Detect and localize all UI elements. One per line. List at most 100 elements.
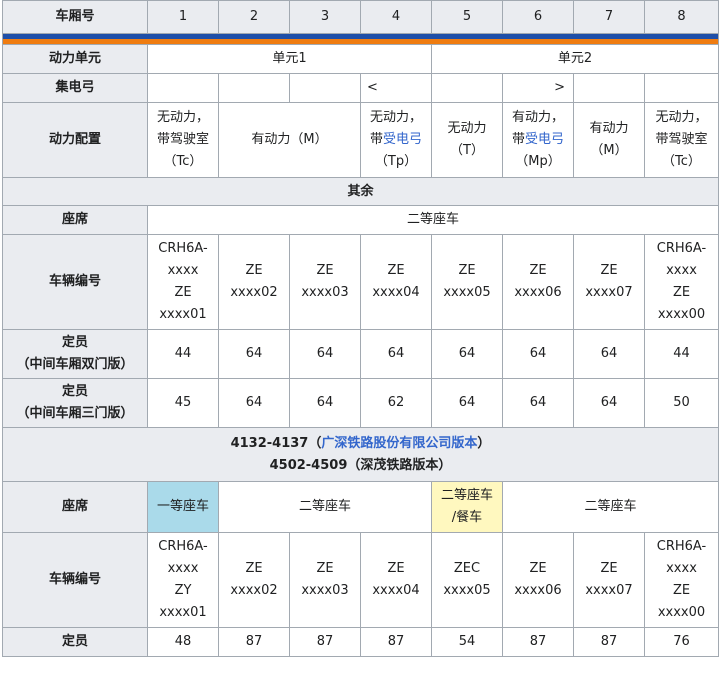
power-config-car-6: 有动力， 带受电弓 （Mp）: [502, 102, 574, 178]
pantograph-car-5: [431, 73, 503, 103]
capacity-value: 45: [147, 378, 219, 428]
pantograph-car-8: [644, 73, 719, 103]
banner-line1-prefix: 4132-4137（: [230, 435, 322, 451]
power-config-car-6-line1: 有动力，: [511, 110, 564, 125]
capacity-triple-door-row: 定员 （中间车厢三门版） 45 64 64 62 64 64 64 50: [2, 378, 719, 428]
power-unit-1: 单元1: [147, 44, 432, 74]
capacity-triple-door-label: 定员 （中间车厢三门版）: [2, 378, 148, 428]
car-id-8: CRH6A- xxxx ZE xxxx00: [644, 234, 719, 330]
car-id-4: ZE xxxx04: [360, 234, 432, 330]
car-number-header-label: 车厢号: [2, 0, 148, 34]
capacity-value: 44: [644, 329, 719, 379]
capacity-value: 64: [573, 378, 645, 428]
car-id-1: CRH6A- xxxx ZY xxxx01: [147, 532, 219, 628]
pantograph-car-7: [573, 73, 645, 103]
power-config-car-1: 无动力， 带驾驶室 （Tc）: [147, 102, 219, 178]
car-number-2: 2: [218, 0, 290, 34]
pantograph-row: 集电弓 < >: [2, 73, 719, 103]
car-number-5: 5: [431, 0, 503, 34]
capacity-value: 54: [431, 627, 503, 657]
car-number-1: 1: [147, 0, 219, 34]
car-number-7: 7: [573, 0, 645, 34]
section-banner-line1: 4132-4137（广深铁路股份有限公司版本）: [5, 433, 716, 455]
capacity-value: 87: [360, 627, 432, 657]
car-id-label: 车辆编号: [2, 234, 148, 330]
power-unit-2: 单元2: [431, 44, 719, 74]
capacity-row-variant: 定员 48 87 87 87 54 87 87 76: [2, 627, 719, 657]
power-config-car-4-line3: （Tp）: [374, 154, 418, 169]
car-id-8: CRH6A- xxxx ZE xxxx00: [644, 532, 719, 628]
capacity-value: 76: [644, 627, 719, 657]
seat-first-class: 一等座车: [147, 481, 219, 533]
pantograph-car-1: [147, 73, 219, 103]
capacity-value: 64: [360, 329, 432, 379]
livery-stripe-row: [2, 33, 719, 45]
capacity-value: 64: [502, 378, 574, 428]
section-banner-line2: 4502-4509（深茂铁路版本）: [269, 457, 452, 473]
pantograph-car-2: [218, 73, 290, 103]
capacity-value: 64: [289, 329, 361, 379]
car-number-3: 3: [289, 0, 361, 34]
car-id-6: ZE xxxx06: [502, 532, 574, 628]
capacity-value: 50: [644, 378, 719, 428]
car-number-4: 4: [360, 0, 432, 34]
pantograph-link[interactable]: 受电弓: [383, 132, 422, 147]
seat-label: 座席: [2, 481, 148, 533]
car-id-4: ZE xxxx04: [360, 532, 432, 628]
capacity-value: 87: [218, 627, 290, 657]
power-unit-label: 动力单元: [2, 44, 148, 74]
power-config-car-8: 无动力， 带驾驶室 （Tc）: [644, 102, 719, 178]
power-config-label: 动力配置: [2, 102, 148, 178]
power-config-car-7: 有动力 （M）: [573, 102, 645, 178]
power-config-car-4-line1: 无动力，: [369, 110, 422, 125]
car-id-7: ZE xxxx07: [573, 234, 645, 330]
guangshen-railway-link[interactable]: 广深铁路股份有限公司版本: [321, 436, 477, 451]
car-id-1: CRH6A- xxxx ZE xxxx01: [147, 234, 219, 330]
seat-second-class-dining: 二等座车 /餐车: [431, 481, 503, 533]
capacity-value: 64: [431, 378, 503, 428]
pantograph-label: 集电弓: [2, 73, 148, 103]
power-config-car-6-prefix: 带: [511, 132, 525, 147]
pantograph-car-6: >: [502, 73, 574, 103]
car-id-2: ZE xxxx02: [218, 234, 290, 330]
livery-stripe: [2, 33, 719, 45]
seat-second-class: 二等座车: [502, 481, 719, 533]
power-config-row: 动力配置 无动力， 带驾驶室 （Tc） 有动力（M） 无动力， 带受电弓 （Tp…: [2, 102, 719, 178]
power-config-car-2-3: 有动力（M）: [218, 102, 361, 178]
power-unit-row: 动力单元 单元1 单元2: [2, 44, 719, 74]
section-banner-variants: 4132-4137（广深铁路股份有限公司版本） 4502-4509（深茂铁路版本…: [2, 427, 719, 482]
pantograph-car-4: <: [360, 73, 432, 103]
capacity-value: 64: [502, 329, 574, 379]
car-id-7: ZE xxxx07: [573, 532, 645, 628]
car-number-6: 6: [502, 0, 574, 34]
section-banner-row: 4132-4137（广深铁路股份有限公司版本） 4502-4509（深茂铁路版本…: [2, 427, 719, 482]
seat-second-class: 二等座车: [218, 481, 432, 533]
power-config-car-6-line3: （Mp）: [515, 154, 561, 169]
pantograph-link[interactable]: 受电弓: [525, 132, 564, 147]
car-id-3: ZE xxxx03: [289, 532, 361, 628]
car-number-header-row: 车厢号 1 2 3 4 5 6 7 8: [2, 0, 719, 34]
capacity-value: 64: [289, 378, 361, 428]
capacity-value: 87: [502, 627, 574, 657]
livery-stripe-orange: [3, 39, 718, 44]
car-id-5: ZE xxxx05: [431, 234, 503, 330]
power-config-car-4-line2: 带受电弓: [363, 129, 429, 151]
section-banner-others: 其余: [2, 177, 719, 206]
capacity-value: 87: [289, 627, 361, 657]
seat-label: 座席: [2, 205, 148, 235]
capacity-double-door-row: 定员 （中间车厢双门版） 44 64 64 64 64 64 64 44: [2, 329, 719, 379]
capacity-value: 62: [360, 378, 432, 428]
car-number-8: 8: [644, 0, 719, 34]
capacity-value: 64: [218, 378, 290, 428]
power-config-car-6-line2: 带受电弓: [505, 129, 571, 151]
capacity-label: 定员: [2, 627, 148, 657]
car-id-row-variant: 车辆编号 CRH6A- xxxx ZY xxxx01 ZE xxxx02 ZE …: [2, 532, 719, 628]
train-formation-table: 车厢号 1 2 3 4 5 6 7 8 动力单元 单元1 单元2 集电弓 < >…: [2, 0, 719, 657]
seat-row: 座席 二等座车: [2, 205, 719, 235]
seat-value: 二等座车: [147, 205, 719, 235]
car-id-3: ZE xxxx03: [289, 234, 361, 330]
power-config-car-5: 无动力 （T）: [431, 102, 503, 178]
power-config-car-4: 无动力， 带受电弓 （Tp）: [360, 102, 432, 178]
capacity-value: 44: [147, 329, 219, 379]
car-id-label: 车辆编号: [2, 532, 148, 628]
